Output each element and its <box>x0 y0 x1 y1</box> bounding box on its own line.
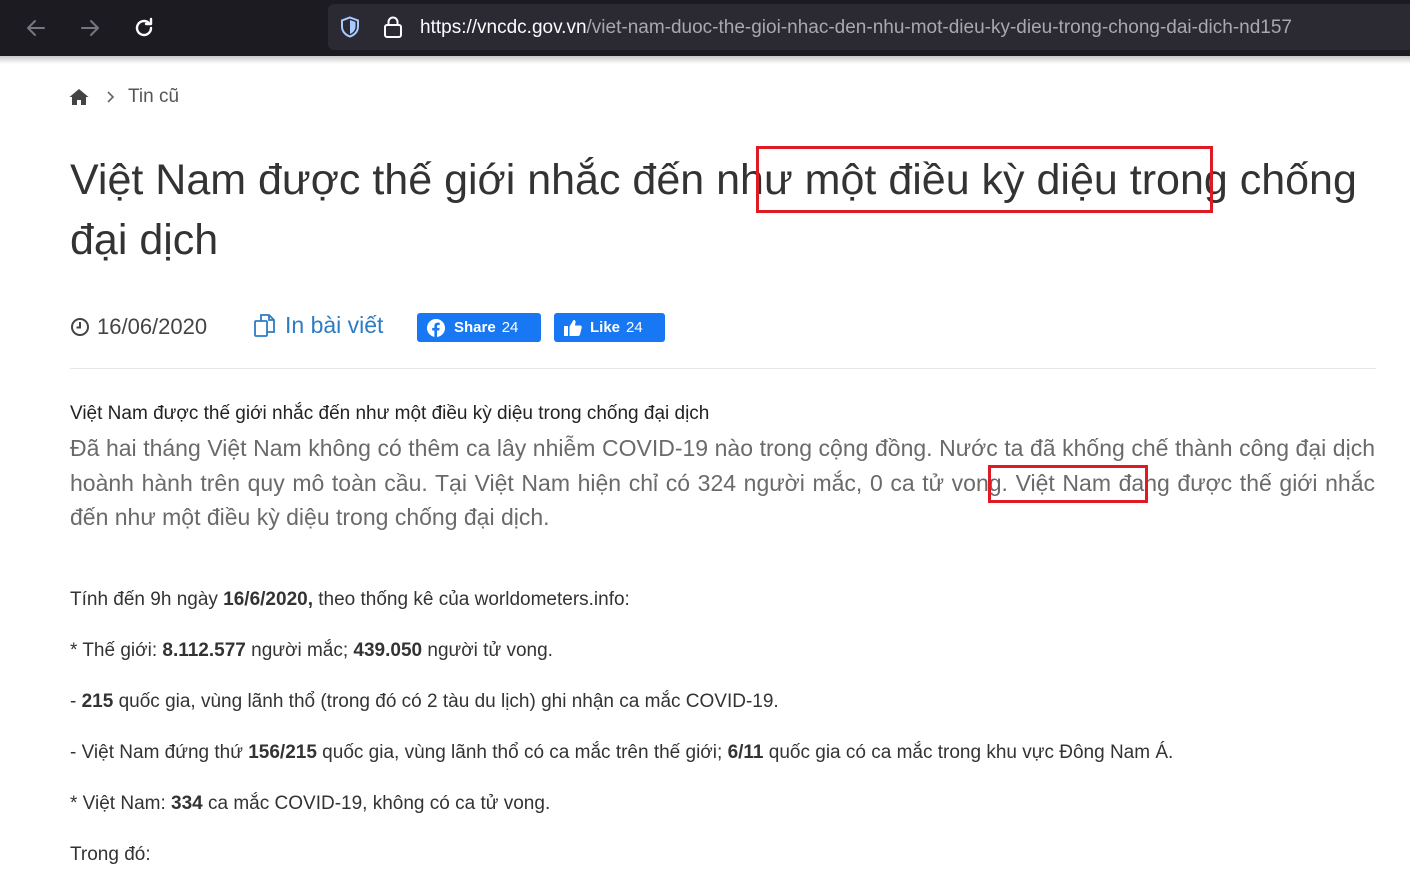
reload-button[interactable] <box>126 10 162 46</box>
arrow-right-icon <box>81 20 99 36</box>
share-label: Share <box>454 319 496 336</box>
address-bar[interactable]: https://vncdc.gov.vn/viet-nam-duoc-the-g… <box>328 4 1410 50</box>
bold-run: 156/215 <box>248 742 317 763</box>
text-run: quốc gia, vùng lãnh thổ (trong đó có 2 t… <box>113 691 779 712</box>
article-title: Việt Nam được thế giới nhắc đến như một … <box>70 150 1370 270</box>
meta-divider <box>70 368 1376 369</box>
text-run: - <box>70 691 82 712</box>
summary-highlight: 0 ca tử vong. <box>869 469 1008 496</box>
text-run: quốc gia, vùng lãnh thổ có ca mắc trên t… <box>316 742 728 763</box>
title-highlight: như một điều kỳ diệu <box>716 156 1118 204</box>
facebook-share-button[interactable]: Share 24 <box>417 313 541 342</box>
clock-icon <box>71 318 89 336</box>
text-run: quốc gia có ca mắc trong khu vực Đông Na… <box>763 742 1174 763</box>
forward-button[interactable] <box>72 10 108 46</box>
shield-icon[interactable] <box>338 15 362 39</box>
text-run: * Việt Nam: <box>70 793 172 814</box>
url-path: /viet-nam-duoc-the-gioi-nhac-den-nhu-mot… <box>586 17 1292 38</box>
copy-icon <box>254 314 275 337</box>
like-count: 24 <box>626 319 643 336</box>
text-run: người tử vong. <box>422 640 553 661</box>
title-part-1: Việt Nam được thế giới nhắc đến <box>70 156 717 204</box>
article-summary: Đã hai tháng Việt Nam không có thêm ca l… <box>70 431 1375 535</box>
reload-icon <box>135 17 153 37</box>
toolbar-shadow <box>0 56 1410 64</box>
like-label: Like <box>590 319 621 336</box>
stats-detail-heading: Trong đó: <box>70 844 151 865</box>
stats-world: * Thế giới: 8.112.577 người mắc; 439.050… <box>70 640 553 662</box>
url-text[interactable]: https://vncdc.gov.vn/viet-nam-duoc-the-g… <box>420 17 1292 39</box>
bold-run: 8.112.577 <box>162 640 246 661</box>
home-icon[interactable] <box>68 87 90 107</box>
print-label: In bài viết <box>285 312 384 338</box>
browser-toolbar: https://vncdc.gov.vn/viet-nam-duoc-the-g… <box>0 0 1410 56</box>
arrow-left-icon <box>27 20 45 36</box>
print-article-link[interactable]: In bài viết <box>253 312 383 339</box>
bold-run: 16/6/2020, <box>223 589 313 610</box>
image-caption: Việt Nam được thế giới nhắc đến như một … <box>70 403 710 424</box>
bold-run: 334 <box>171 793 203 814</box>
text-run: - Việt Nam đứng thứ <box>70 742 249 763</box>
chevron-right-icon <box>107 91 115 103</box>
bold-run: 439.050 <box>353 640 423 661</box>
text-run: * Thế giới: <box>70 640 163 661</box>
facebook-like-button[interactable]: Like 24 <box>554 313 665 342</box>
bold-run: 215 <box>81 691 114 712</box>
breadcrumb: Tin cũ <box>68 86 179 108</box>
stats-intro: Tính đến 9h ngày 16/6/2020, theo thống k… <box>70 589 630 611</box>
facebook-icon <box>427 318 445 337</box>
share-count: 24 <box>501 319 519 336</box>
stats-countries: - 215 quốc gia, vùng lãnh thổ (trong đó … <box>70 691 779 713</box>
stats-vietnam: * Việt Nam: 334 ca mắc COVID-19, không c… <box>70 793 550 815</box>
date-text: 16/06/2020 <box>97 314 208 339</box>
text-run: người mắc; <box>245 640 354 661</box>
url-domain: https://vncdc.gov.vn <box>420 17 587 38</box>
lock-icon[interactable] <box>382 15 404 39</box>
back-button[interactable] <box>18 10 54 46</box>
publish-date: 16/06/2020 <box>70 314 207 340</box>
bold-run: 6/11 <box>727 742 764 763</box>
breadcrumb-section-link[interactable]: Tin cũ <box>128 86 179 108</box>
text-run: ca mắc COVID-19, không có ca tử vong. <box>202 793 551 814</box>
text-run: Tính đến 9h ngày <box>70 589 224 610</box>
stats-vietnam-rank: - Việt Nam đứng thứ 156/215 quốc gia, vù… <box>70 742 1173 764</box>
thumbs-up-icon <box>564 320 582 336</box>
text-run: theo thống kê của worldometers.info: <box>312 589 630 610</box>
